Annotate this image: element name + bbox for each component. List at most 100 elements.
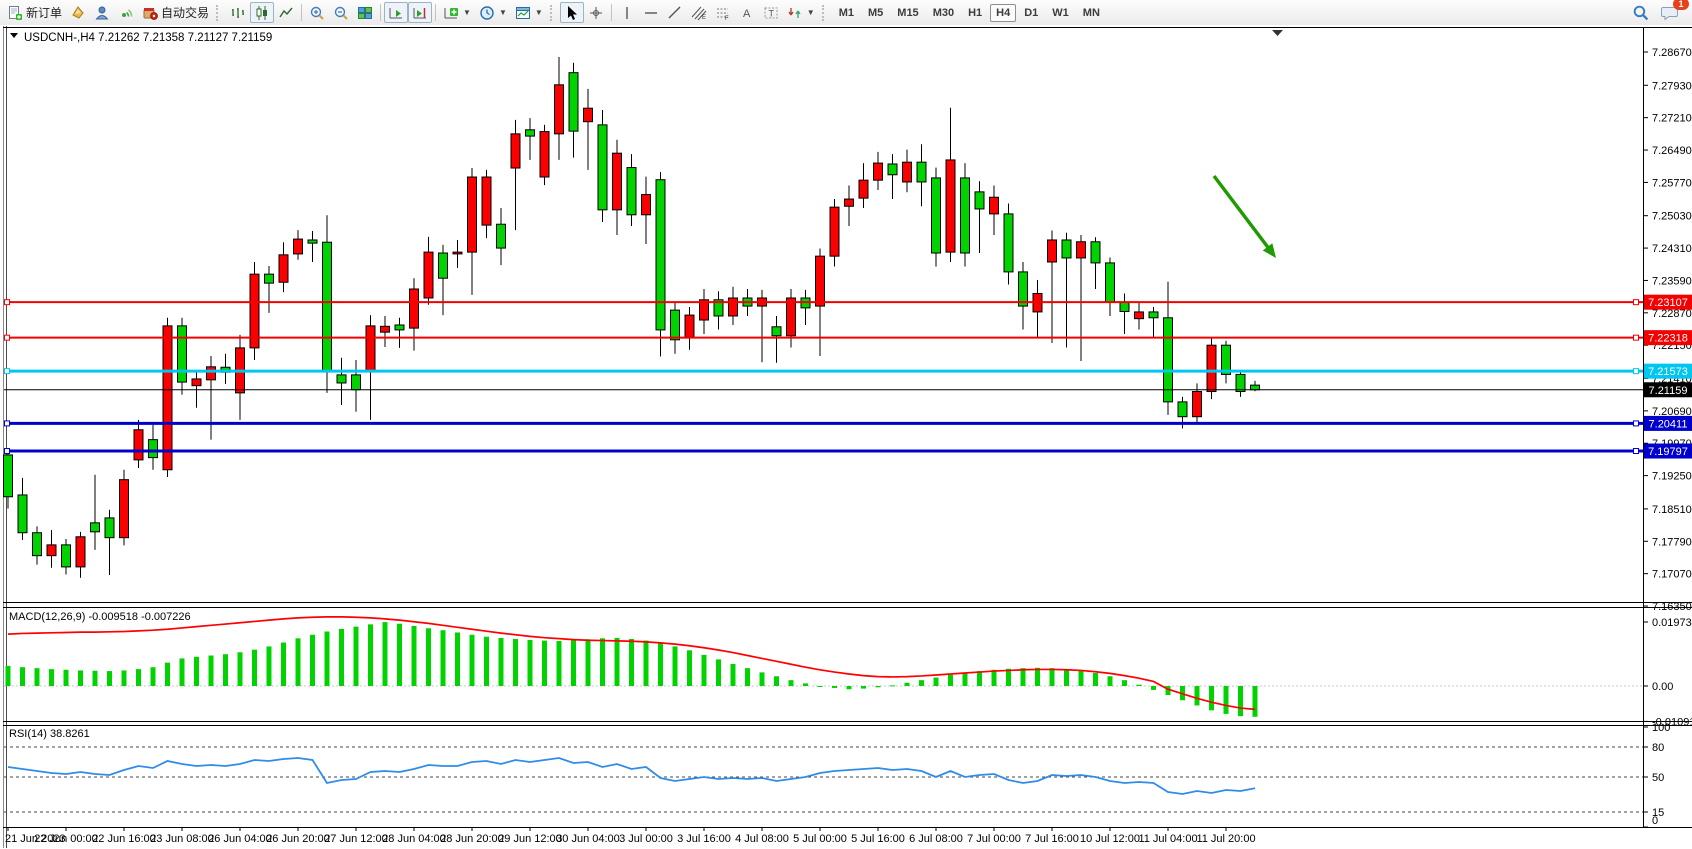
time-tick-label: 3 Jul 16:00	[677, 833, 731, 845]
candle-bull	[685, 315, 694, 337]
price-tick-label: 7.16350	[1652, 601, 1692, 613]
macd-histogram-bar	[1021, 668, 1026, 686]
candle-bear	[323, 242, 332, 372]
level-anchor[interactable]	[1634, 449, 1639, 454]
candle-bear	[62, 545, 71, 567]
timeframe-w1[interactable]: W1	[1046, 4, 1075, 22]
macd-histogram-bar	[368, 624, 373, 686]
time-tick-label: 26 Jun 04:00	[208, 833, 272, 845]
periods-button[interactable]: ▼	[475, 2, 511, 23]
cursor-button[interactable]	[560, 2, 584, 23]
price-chart[interactable]: 7.286707.279307.272107.264907.257707.250…	[0, 25, 1692, 849]
level-anchor[interactable]	[5, 300, 10, 305]
timeframe-d1[interactable]: D1	[1018, 4, 1044, 22]
time-tick-label: 7 Jul 16:00	[1025, 833, 1079, 845]
level-anchor[interactable]	[5, 335, 10, 340]
macd-histogram-bar	[209, 656, 214, 686]
timeframe-m30[interactable]: M30	[927, 4, 960, 22]
candle-bull	[859, 180, 868, 198]
vertical-line-button[interactable]	[615, 2, 639, 23]
time-tick-label: 5 Jul 16:00	[851, 833, 905, 845]
horizontal-line-button[interactable]	[639, 2, 663, 23]
macd-histogram-bar	[426, 628, 431, 686]
text-button[interactable]: A	[735, 2, 759, 23]
templates-button[interactable]: ▼	[511, 2, 547, 23]
main-toolbar: 新订单 自动交易	[0, 0, 1692, 26]
toolbar-grip	[550, 5, 557, 21]
chart-background	[2, 26, 1692, 848]
text-label-button[interactable]: T	[759, 2, 783, 23]
macd-histogram-bar	[1209, 686, 1214, 710]
timeframe-m15[interactable]: M15	[891, 4, 924, 22]
zoom-out-button[interactable]	[329, 2, 353, 23]
toolbar-right: 1	[1628, 2, 1689, 23]
arrows-icon	[787, 5, 803, 21]
macd-histogram-bar	[876, 686, 881, 687]
time-tick-label: 4 Jul 08:00	[735, 833, 789, 845]
zoom-in-icon	[309, 5, 325, 21]
zoom-in-button[interactable]	[305, 2, 329, 23]
chart-shift-button[interactable]	[408, 2, 432, 23]
vertical-line-icon	[619, 5, 635, 21]
timeframe-m1[interactable]: M1	[833, 4, 860, 22]
fibonacci-button[interactable]: F	[711, 2, 735, 23]
candle-bear	[656, 180, 665, 330]
candle-bear	[526, 130, 535, 136]
level-anchor[interactable]	[1634, 369, 1639, 374]
community-button[interactable]	[90, 2, 114, 23]
equidistant-channel-button[interactable]: E	[687, 2, 711, 23]
rsi-tick-label: 80	[1652, 742, 1664, 754]
indicators-button[interactable]: ▼	[439, 2, 475, 23]
timeframe-mn[interactable]: MN	[1077, 4, 1106, 22]
macd-histogram-bar	[238, 652, 243, 686]
candle-bear	[4, 455, 13, 497]
level-anchor[interactable]	[5, 369, 10, 374]
level-anchor[interactable]	[5, 421, 10, 426]
level-anchor[interactable]	[1634, 335, 1639, 340]
auto-trading-button[interactable]: 自动交易	[138, 2, 213, 23]
macd-histogram-bar	[789, 680, 794, 686]
crosshair-button[interactable]	[584, 2, 608, 23]
signals-button[interactable]	[114, 2, 138, 23]
indicators-icon	[443, 5, 459, 21]
new-order-button[interactable]: 新订单	[3, 2, 66, 23]
macd-histogram-bar	[557, 641, 562, 686]
macd-histogram-bar	[93, 671, 98, 686]
candle-bull	[903, 162, 912, 182]
rsi-label: RSI(14) 38.8261	[9, 728, 90, 740]
macd-histogram-bar	[702, 655, 707, 686]
time-tick-label: 26 Jun 20:00	[266, 833, 330, 845]
timeframe-group: M1M5M15M30H1H4D1W1MN	[832, 4, 1107, 22]
channel-icon: E	[691, 5, 707, 21]
line-chart-button[interactable]	[274, 2, 298, 23]
auto-scroll-button[interactable]	[384, 2, 408, 23]
price-tag-label: 7.21159	[1649, 385, 1688, 397]
search-button[interactable]	[1628, 2, 1653, 23]
level-anchor[interactable]	[1634, 421, 1639, 426]
alerts-button[interactable]	[66, 2, 90, 23]
candlestick-chart-button[interactable]	[250, 2, 274, 23]
zoom-out-icon	[333, 5, 349, 21]
trendline-button[interactable]	[663, 2, 687, 23]
bar-chart-button[interactable]	[226, 2, 250, 23]
autotrade-icon	[142, 5, 158, 21]
time-tick-label: 6 Jul 08:00	[909, 833, 963, 845]
candle-bull	[830, 207, 839, 256]
candle-bull	[584, 108, 593, 121]
candle-bull	[410, 289, 419, 328]
timeframe-m5[interactable]: M5	[862, 4, 889, 22]
macd-histogram-bar	[832, 686, 837, 688]
tile-windows-button[interactable]	[353, 2, 377, 23]
macd-histogram-bar	[1079, 671, 1084, 686]
label-icon: T	[763, 5, 779, 21]
auto-trading-label: 自动交易	[161, 4, 209, 21]
timeframe-h4[interactable]: H4	[990, 4, 1016, 22]
arrows-button[interactable]: ▼	[783, 2, 819, 23]
notification-badge[interactable]: 1	[1673, 0, 1689, 10]
macd-histogram-bar	[861, 686, 866, 689]
candle-bull	[1077, 242, 1086, 258]
macd-histogram-bar	[1093, 673, 1098, 686]
level-anchor[interactable]	[5, 449, 10, 454]
timeframe-h1[interactable]: H1	[962, 4, 988, 22]
level-anchor[interactable]	[1634, 300, 1639, 305]
